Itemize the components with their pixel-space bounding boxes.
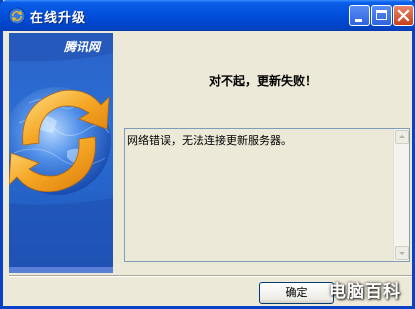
banner-footer xyxy=(9,267,113,273)
ok-button[interactable]: 确定 xyxy=(259,282,334,304)
footer-divider xyxy=(9,275,412,277)
error-detail-box[interactable]: 网络错误，无法连接更新服务器。 xyxy=(124,128,410,262)
scroll-up-icon xyxy=(399,135,405,138)
window-title: 在线升级 xyxy=(30,11,87,26)
error-detail-text: 网络错误，无法连接更新服务器。 xyxy=(127,134,292,147)
app-update-icon xyxy=(8,7,26,25)
side-banner: 腾讯网 xyxy=(9,33,113,273)
scroll-up-button[interactable] xyxy=(395,130,409,144)
error-heading: 对不起，更新失败！ xyxy=(208,74,317,88)
minimize-button[interactable] xyxy=(349,5,370,26)
maximize-button[interactable] xyxy=(371,5,392,26)
scroll-down-button[interactable] xyxy=(395,246,409,260)
maximize-icon xyxy=(376,10,387,20)
vertical-scrollbar[interactable] xyxy=(393,129,409,261)
globe-arrows-icon xyxy=(9,33,113,273)
brand-logo-text: 腾讯网 xyxy=(64,40,101,54)
close-icon xyxy=(397,9,410,22)
minimize-icon xyxy=(355,19,362,22)
close-button[interactable] xyxy=(393,5,414,26)
scroll-down-icon xyxy=(399,252,405,255)
update-dialog: 在线升级 腾讯网 对不起，更新失败！ 网络错误，无法连接更新服务器。 确定 电脑… xyxy=(0,0,415,309)
title-bar[interactable]: 在线升级 xyxy=(0,0,415,31)
watermark-text: 电脑百科 xyxy=(329,282,401,302)
